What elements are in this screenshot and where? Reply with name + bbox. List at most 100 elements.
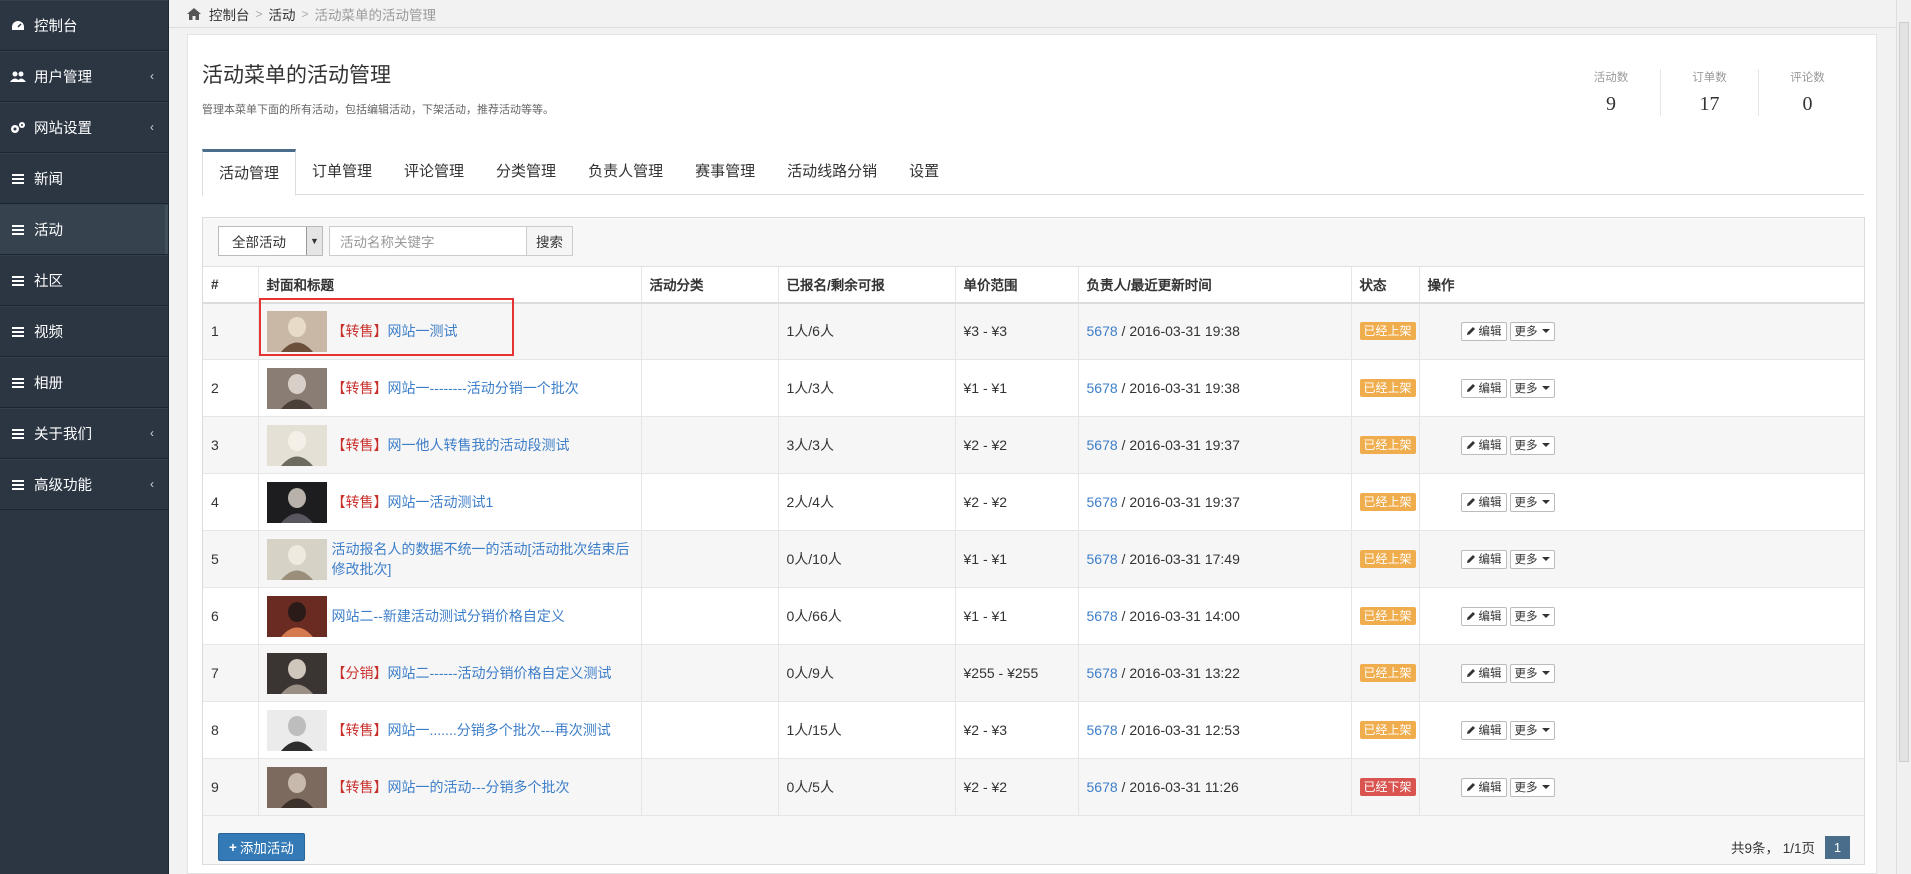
sidebar-item-1[interactable]: 用户管理 ‹ bbox=[0, 51, 168, 102]
more-dropdown-button[interactable]: 更多 bbox=[1509, 435, 1555, 455]
table-footer: + 添加活动 共9条， 1/1页 1 bbox=[218, 833, 1850, 861]
dropdown-arrow-icon[interactable]: ▼ bbox=[306, 227, 322, 255]
more-dropdown-button[interactable]: 更多 bbox=[1509, 549, 1555, 569]
sidebar-item-2[interactable]: 网站设置 ‹ bbox=[0, 102, 168, 153]
more-dropdown-button[interactable]: 更多 bbox=[1509, 321, 1555, 341]
owner-link[interactable]: 5678 bbox=[1087, 665, 1118, 681]
actions-cell: 编辑 更多 bbox=[1419, 701, 1864, 759]
scrollbar-thumb[interactable] bbox=[1899, 22, 1909, 762]
activity-title-link[interactable]: 网站二--新建活动测试分销价格自定义 bbox=[332, 606, 565, 626]
more-dropdown-button[interactable]: 更多 bbox=[1509, 720, 1555, 740]
sidebar-item-6[interactable]: 视频 bbox=[0, 306, 168, 357]
tab-category-management[interactable]: 分类管理 bbox=[480, 149, 572, 195]
activity-title-link[interactable]: 活动报名人的数据不统一的活动[活动批次结束后修改批次] bbox=[332, 539, 641, 579]
edit-button[interactable]: 编辑 bbox=[1460, 435, 1507, 455]
tab-owner-management[interactable]: 负责人管理 bbox=[572, 149, 679, 195]
cover-thumbnail[interactable] bbox=[266, 595, 327, 637]
activity-title-link[interactable]: 网站二------活动分销价格自定义测试 bbox=[388, 663, 612, 683]
cover-thumbnail[interactable] bbox=[266, 367, 327, 409]
tab-activity-management[interactable]: 活动管理 bbox=[202, 149, 297, 196]
edit-button[interactable]: 编辑 bbox=[1460, 378, 1507, 398]
owner-link[interactable]: 5678 bbox=[1087, 608, 1118, 624]
edit-button[interactable]: 编辑 bbox=[1460, 720, 1507, 740]
activity-title-link[interactable]: 网站一测试 bbox=[388, 321, 458, 341]
edit-button[interactable]: 编辑 bbox=[1460, 777, 1507, 797]
edit-label: 编辑 bbox=[1478, 725, 1502, 737]
breadcrumb-item-dashboard[interactable]: 控制台 bbox=[209, 4, 250, 24]
sidebar-item-7[interactable]: 相册 bbox=[0, 357, 168, 408]
menu-icon bbox=[10, 427, 26, 441]
sidebar-item-3[interactable]: 新闻 bbox=[0, 153, 168, 204]
tab-comment-management[interactable]: 评论管理 bbox=[388, 149, 480, 195]
more-dropdown-button[interactable]: 更多 bbox=[1509, 492, 1555, 512]
activity-title-link[interactable]: 网站一.......分销多个批次---再次测试 bbox=[388, 720, 611, 740]
cover-thumbnail[interactable] bbox=[266, 709, 327, 751]
sidebar-item-8[interactable]: 关于我们 ‹ bbox=[0, 408, 168, 459]
activity-title-link[interactable]: 网一他人转售我的活动段测试 bbox=[388, 435, 570, 455]
activity-filter-select[interactable]: 全部活动 ▼ bbox=[218, 226, 323, 256]
pagination: 共9条， 1/1页 1 bbox=[1731, 835, 1850, 859]
add-activity-button[interactable]: + 添加活动 bbox=[218, 833, 305, 861]
owner-link[interactable]: 5678 bbox=[1087, 779, 1118, 795]
cover-thumbnail[interactable] bbox=[266, 652, 327, 694]
sidebar-item-5[interactable]: 社区 bbox=[0, 255, 168, 306]
category-cell bbox=[641, 587, 779, 645]
table-row: 3 【转售】 网一他人转售我的活动段测试 3人/3人 ¥2 - ¥2 5678 / 201… bbox=[203, 416, 1864, 474]
sidebar-item-9[interactable]: 高级功能 ‹ bbox=[0, 459, 168, 510]
more-label: 更多 bbox=[1514, 668, 1538, 680]
search-button[interactable]: 搜索 bbox=[527, 226, 573, 256]
edit-button[interactable]: 编辑 bbox=[1460, 606, 1507, 626]
row-number: 9 bbox=[203, 758, 259, 816]
owner-time-cell: 5678 / 2016-03-31 19:38 bbox=[1078, 302, 1352, 360]
tab-order-management[interactable]: 订单管理 bbox=[296, 149, 388, 195]
owner-link[interactable]: 5678 bbox=[1087, 323, 1118, 339]
owner-link[interactable]: 5678 bbox=[1087, 722, 1118, 738]
cover-thumbnail[interactable] bbox=[266, 481, 327, 523]
tab-settings[interactable]: 设置 bbox=[893, 149, 955, 195]
more-dropdown-button[interactable]: 更多 bbox=[1509, 606, 1555, 626]
search-input[interactable]: 活动名称关键字 bbox=[329, 226, 527, 256]
row-actions: 编辑 更多 bbox=[1428, 606, 1865, 626]
pencil-icon bbox=[1466, 327, 1475, 336]
column-header: 操作 bbox=[1419, 266, 1864, 304]
more-label: 更多 bbox=[1514, 554, 1538, 566]
cover-thumbnail[interactable] bbox=[266, 766, 327, 808]
edit-button[interactable]: 编辑 bbox=[1460, 663, 1507, 683]
page-button-current[interactable]: 1 bbox=[1825, 835, 1850, 859]
column-header: # bbox=[203, 266, 259, 304]
more-label: 更多 bbox=[1514, 383, 1538, 395]
more-dropdown-button[interactable]: 更多 bbox=[1509, 663, 1555, 683]
pencil-icon bbox=[1466, 498, 1475, 506]
activity-title-link[interactable]: 网站一活动测试1 bbox=[388, 492, 494, 512]
owner-link[interactable]: 5678 bbox=[1087, 494, 1118, 510]
caret-down-icon bbox=[1541, 386, 1550, 390]
tab-route-distribution[interactable]: 活动线路分销 bbox=[771, 149, 893, 195]
edit-button[interactable]: 编辑 bbox=[1460, 549, 1507, 569]
edit-button[interactable]: 编辑 bbox=[1460, 492, 1507, 512]
sidebar-item-4[interactable]: 活动 bbox=[0, 204, 168, 255]
cover-thumbnail[interactable] bbox=[266, 310, 327, 352]
category-cell bbox=[641, 644, 779, 702]
breadcrumb-item-activity[interactable]: 活动 bbox=[269, 4, 296, 24]
vertical-scrollbar[interactable] bbox=[1896, 0, 1911, 874]
sale-tag: 【转售】 bbox=[331, 779, 388, 795]
more-dropdown-button[interactable]: 更多 bbox=[1509, 378, 1555, 398]
activity-title-link[interactable]: 网站一的活动---分销多个批次 bbox=[388, 777, 570, 797]
edit-button[interactable]: 编辑 bbox=[1460, 321, 1507, 341]
row-actions: 编辑 更多 bbox=[1428, 549, 1865, 569]
edit-label: 编辑 bbox=[1478, 440, 1502, 452]
column-header: 状态 bbox=[1351, 266, 1420, 304]
tab-event-management[interactable]: 赛事管理 bbox=[679, 149, 771, 195]
cover-thumbnail[interactable] bbox=[266, 538, 327, 580]
sidebar-item-0[interactable]: 控制台 bbox=[0, 0, 168, 51]
activity-title-link[interactable]: 网站一--------活动分销一个批次 bbox=[388, 378, 579, 398]
owner-link[interactable]: 5678 bbox=[1087, 380, 1118, 396]
more-label: 更多 bbox=[1514, 782, 1538, 794]
signup-cell: 0人/10人 bbox=[778, 530, 956, 588]
owner-link[interactable]: 5678 bbox=[1087, 551, 1118, 567]
table-row: 5 活动报名人的数据不统一的活动[活动批次结束后修改批次] 0人/10人 ¥1 - ¥… bbox=[203, 530, 1865, 588]
dashboard-icon bbox=[10, 19, 26, 33]
cover-thumbnail[interactable] bbox=[266, 424, 327, 466]
owner-link[interactable]: 5678 bbox=[1087, 437, 1118, 453]
more-dropdown-button[interactable]: 更多 bbox=[1509, 777, 1555, 797]
